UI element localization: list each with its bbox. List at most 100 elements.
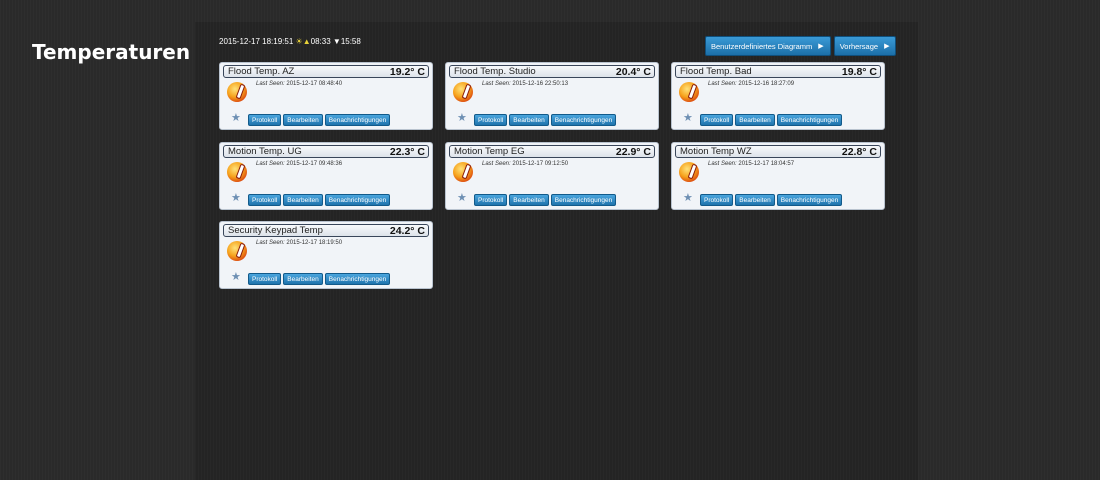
favorite-star-icon[interactable]: ★ — [683, 113, 693, 124]
log-button[interactable]: Protokoll — [700, 114, 734, 126]
sensor-temperature: 22.9° C — [615, 145, 651, 158]
favorite-star-icon[interactable]: ★ — [231, 272, 241, 283]
last-seen-text: Last Seen: 2015-12-16 18:27:09 — [708, 81, 794, 87]
play-arrow-icon: ▶ — [884, 43, 890, 50]
favorite-star-icon[interactable]: ★ — [683, 193, 693, 204]
edit-button[interactable]: Bearbeiten — [283, 273, 323, 285]
sensor-name: Security Keypad Temp — [228, 225, 323, 236]
card-actions: Protokoll Bearbeiten Benachrichtigungen — [248, 194, 391, 206]
last-seen-value: 2015-12-16 22:50:13 — [512, 81, 569, 87]
last-seen-value: 2015-12-17 08:48:40 — [286, 81, 343, 87]
log-button[interactable]: Protokoll — [248, 114, 282, 126]
sunset-time: 15:58 — [340, 37, 361, 46]
sensor-card-header[interactable]: Flood Temp. Bad 19.8° C — [675, 65, 881, 78]
sensor-card-header[interactable]: Motion Temp EG 22.9° C — [449, 145, 655, 158]
notifications-button[interactable]: Benachrichtigungen — [550, 114, 617, 126]
log-button[interactable]: Protokoll — [248, 273, 282, 285]
notifications-button[interactable]: Benachrichtigungen — [324, 194, 391, 206]
thermometer-icon — [679, 82, 699, 102]
card-actions: Protokoll Bearbeiten Benachrichtigungen — [474, 194, 617, 206]
notifications-button[interactable]: Benachrichtigungen — [776, 114, 843, 126]
play-arrow-icon: ▶ — [818, 43, 824, 50]
favorite-star-icon[interactable]: ★ — [231, 113, 241, 124]
status-datetime: 2015-12-17 18:19:51 — [219, 37, 294, 46]
sensor-card: Motion Temp WZ 22.8° C Last Seen: 2015-1… — [671, 142, 885, 210]
sensor-card: Motion Temp EG 22.9° C Last Seen: 2015-1… — [445, 142, 659, 210]
last-seen-value: 2015-12-17 18:04:57 — [738, 161, 795, 167]
last-seen-label: Last Seen: — [256, 81, 285, 87]
sensor-card-header[interactable]: Security Keypad Temp 24.2° C — [223, 224, 429, 237]
edit-button[interactable]: Bearbeiten — [735, 194, 775, 206]
sensor-card: Flood Temp. AZ 19.2° C Last Seen: 2015-1… — [219, 62, 433, 130]
sensor-card: Flood Temp. Studio 20.4° C Last Seen: 20… — [445, 62, 659, 130]
log-button[interactable]: Protokoll — [474, 194, 508, 206]
last-seen-text: Last Seen: 2015-12-17 08:48:40 — [256, 81, 342, 87]
notifications-button[interactable]: Benachrichtigungen — [776, 194, 843, 206]
status-line: 2015-12-17 18:19:51 ☀▲08:33 ▼15:58 — [219, 37, 361, 46]
card-actions: Protokoll Bearbeiten Benachrichtigungen — [248, 273, 391, 285]
last-seen-label: Last Seen: — [256, 161, 285, 167]
forecast-label: Vorhersage — [839, 41, 879, 51]
sensor-name: Motion Temp. UG — [228, 146, 302, 157]
last-seen-text: Last Seen: 2015-12-17 18:19:50 — [256, 240, 342, 246]
favorite-star-icon[interactable]: ★ — [457, 113, 467, 124]
thermometer-icon — [227, 82, 247, 102]
last-seen-value: 2015-12-17 09:48:36 — [286, 161, 343, 167]
last-seen-text: Last Seen: 2015-12-17 09:48:36 — [256, 161, 342, 167]
sensor-temperature: 24.2° C — [389, 224, 425, 237]
last-seen-label: Last Seen: — [482, 81, 511, 87]
card-actions: Protokoll Bearbeiten Benachrichtigungen — [700, 114, 843, 126]
thermometer-icon — [227, 162, 247, 182]
thermometer-icon — [453, 162, 473, 182]
edit-button[interactable]: Bearbeiten — [283, 114, 323, 126]
log-button[interactable]: Protokoll — [248, 194, 282, 206]
sensor-temperature: 22.3° C — [389, 145, 425, 158]
log-button[interactable]: Protokoll — [474, 114, 508, 126]
last-seen-value: 2015-12-17 09:12:50 — [512, 161, 569, 167]
last-seen-label: Last Seen: — [708, 161, 737, 167]
sensor-name: Flood Temp. AZ — [228, 66, 295, 77]
favorite-star-icon[interactable]: ★ — [231, 193, 241, 204]
card-actions: Protokoll Bearbeiten Benachrichtigungen — [474, 114, 617, 126]
sensor-card-header[interactable]: Motion Temp WZ 22.8° C — [675, 145, 881, 158]
edit-button[interactable]: Bearbeiten — [509, 114, 549, 126]
sensor-temperature: 19.8° C — [841, 65, 877, 78]
card-actions: Protokoll Bearbeiten Benachrichtigungen — [248, 114, 391, 126]
top-toolbar: Benutzerdefiniertes Diagramm ▶ Vorhersag… — [705, 36, 897, 56]
sunrise-time: 08:33 — [310, 37, 331, 46]
sunset-icon: ▼ — [332, 37, 341, 46]
card-actions: Protokoll Bearbeiten Benachrichtigungen — [700, 194, 843, 206]
sensor-card: Flood Temp. Bad 19.8° C Last Seen: 2015-… — [671, 62, 885, 130]
favorite-star-icon[interactable]: ★ — [457, 193, 467, 204]
custom-chart-button[interactable]: Benutzerdefiniertes Diagramm ▶ — [705, 36, 831, 56]
thermometer-icon — [679, 162, 699, 182]
edit-button[interactable]: Bearbeiten — [735, 114, 775, 126]
sensor-name: Flood Temp. Bad — [680, 66, 752, 77]
sensor-temperature: 20.4° C — [615, 65, 651, 78]
edit-button[interactable]: Bearbeiten — [509, 194, 549, 206]
edit-button[interactable]: Bearbeiten — [283, 194, 323, 206]
sensor-card: Security Keypad Temp 24.2° C Last Seen: … — [219, 221, 433, 289]
sensor-name: Flood Temp. Studio — [454, 66, 536, 77]
sensor-card: Motion Temp. UG 22.3° C Last Seen: 2015-… — [219, 142, 433, 210]
sensor-temperature: 19.2° C — [389, 65, 425, 78]
sensor-card-header[interactable]: Flood Temp. Studio 20.4° C — [449, 65, 655, 78]
last-seen-text: Last Seen: 2015-12-16 22:50:13 — [482, 81, 568, 87]
last-seen-text: Last Seen: 2015-12-17 18:04:57 — [708, 161, 794, 167]
sensor-card-header[interactable]: Motion Temp. UG 22.3° C — [223, 145, 429, 158]
log-button[interactable]: Protokoll — [700, 194, 734, 206]
custom-chart-label: Benutzerdefiniertes Diagramm — [711, 41, 813, 51]
sensor-card-header[interactable]: Flood Temp. AZ 19.2° C — [223, 65, 429, 78]
sensor-name: Motion Temp EG — [454, 146, 525, 157]
last-seen-value: 2015-12-16 18:27:09 — [738, 81, 795, 87]
last-seen-value: 2015-12-17 18:19:50 — [286, 240, 343, 246]
forecast-button[interactable]: Vorhersage ▶ — [833, 36, 897, 56]
notifications-button[interactable]: Benachrichtigungen — [324, 114, 391, 126]
sunrise-icon: ☀▲ — [295, 37, 311, 46]
thermometer-icon — [453, 82, 473, 102]
last-seen-text: Last Seen: 2015-12-17 09:12:50 — [482, 161, 568, 167]
notifications-button[interactable]: Benachrichtigungen — [550, 194, 617, 206]
last-seen-label: Last Seen: — [482, 161, 511, 167]
notifications-button[interactable]: Benachrichtigungen — [324, 273, 391, 285]
last-seen-label: Last Seen: — [708, 81, 737, 87]
